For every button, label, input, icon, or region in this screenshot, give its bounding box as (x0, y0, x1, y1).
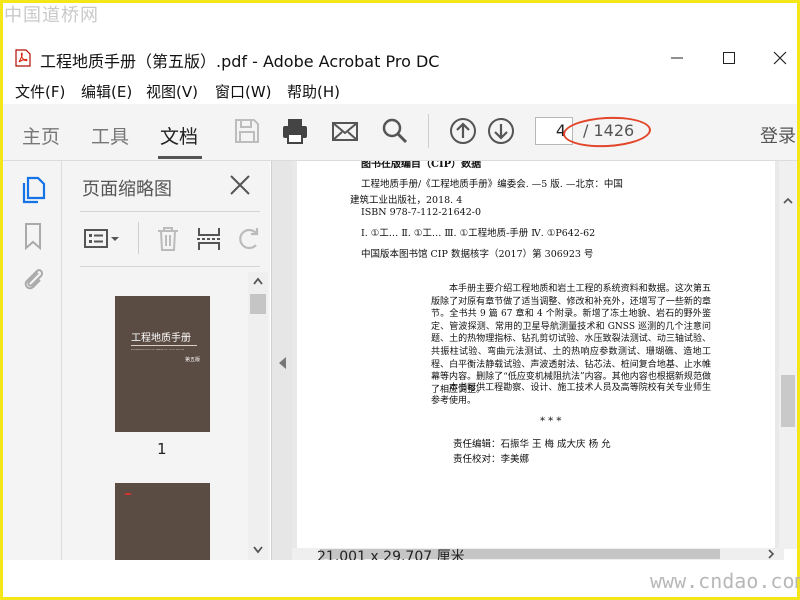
page-down-icon[interactable] (487, 117, 515, 145)
panel-divider (80, 266, 260, 267)
doc-scroll-right-icon[interactable] (766, 549, 776, 559)
panel-title: 页面缩略图 (82, 179, 172, 200)
toolbar-separator (428, 114, 429, 148)
login-button[interactable]: 登录 (760, 122, 796, 148)
attachment-icon[interactable] (20, 265, 46, 293)
scroll-up-icon[interactable] (252, 276, 264, 286)
menu-help[interactable]: 帮助(H) (287, 81, 340, 102)
maximize-icon (723, 52, 735, 64)
minimize-button[interactable] (665, 46, 689, 70)
panel-scrollbar[interactable] (248, 272, 268, 560)
cip-line: 工程地质手册/《工程地质手册》编委会. —5 版. —北京：中国 (361, 179, 623, 190)
close-icon (773, 51, 787, 65)
audience-paragraph: 本书可供工程勘察、设计、施工技术人员及高等院校有关专业师生参考使用。 (431, 383, 711, 406)
menu-view[interactable]: 视图(V) (146, 81, 198, 102)
tab-tools[interactable]: 工具 (91, 122, 129, 149)
scroll-down-icon[interactable] (252, 545, 264, 555)
bookmark-icon[interactable] (20, 222, 46, 250)
separator-stars: * * * (540, 416, 562, 427)
thumbnail-options-icon[interactable] (83, 225, 123, 253)
pdf-file-icon (15, 49, 31, 67)
extract-pages-icon[interactable] (196, 225, 222, 253)
thumbnail-cover-title: 工程地质手册 (131, 333, 191, 344)
save-icon[interactable] (233, 117, 261, 145)
cip-heading: 图书在版编目（CIP）数据 (361, 161, 482, 170)
editor-line: 责任编辑：石振华 王 梅 成大庆 杨 允 (453, 439, 611, 450)
document-vertical-scrollbar[interactable] (779, 161, 797, 549)
thumbnail-red-mark (125, 493, 131, 495)
document-page: 图书在版编目（CIP）数据 工程地质手册/《工程地质手册》编委会. —5 版. … (297, 161, 775, 549)
panel-tool-separator (138, 222, 139, 254)
watermark-top: 中国道桥网 (4, 5, 99, 26)
page-thumbnail-2[interactable] (115, 483, 210, 560)
mail-icon[interactable] (331, 117, 359, 145)
thumbnail-cover-subtitle: ENGINEERING GEOLOGY HANDBOOK · FIFTH EDI… (131, 349, 185, 351)
thumbnail-page-number: 1 (157, 440, 167, 458)
proofreader-line: 责任校对：李美娜 (453, 454, 530, 465)
window-title: 工程地质手册（第五版）.pdf - Adobe Acrobat Pro DC (40, 52, 440, 71)
thumbnail-cover-rule (131, 345, 197, 346)
tab-home[interactable]: 主页 (22, 122, 60, 149)
minimize-icon (671, 57, 683, 59)
active-tab-indicator (158, 156, 202, 159)
page-thumbnail-1[interactable]: 工程地质手册 ENGINEERING GEOLOGY HANDBOOK · FI… (115, 296, 210, 432)
summary-paragraph: 本手册主要介绍工程地质和岩土工程的系统资料和数据。这次第五版除了对原有章节做了适… (431, 284, 711, 395)
document-scroll-thumb[interactable] (781, 375, 795, 427)
collapse-panel-icon[interactable] (279, 357, 286, 369)
page-up-icon[interactable] (449, 117, 477, 145)
watermark-bottom: www.cndao.com (650, 569, 800, 593)
cip-line: 建筑工业出版社，2018. 4 (350, 195, 463, 206)
close-window-button[interactable] (768, 46, 792, 70)
navigation-rail (3, 161, 62, 560)
page-thumbnails-icon[interactable] (20, 176, 46, 204)
cip-line: Ⅰ. ①工… Ⅱ. ①工… Ⅲ. ①工程地质-手册 Ⅳ. ①P642-62 (361, 228, 596, 239)
doc-scroll-up-icon[interactable] (783, 196, 793, 206)
print-icon[interactable] (281, 117, 309, 145)
close-panel-icon[interactable] (228, 173, 252, 197)
menu-file[interactable]: 文件(F) (15, 81, 65, 102)
panel-scroll-thumb[interactable] (250, 294, 266, 314)
search-icon[interactable] (381, 117, 409, 145)
maximize-button[interactable] (717, 46, 741, 70)
thumbnail-cover-edition: 第五版 (185, 357, 201, 363)
rotate-icon[interactable] (236, 225, 262, 253)
cip-line: ISBN 978-7-112-21642-0 (361, 207, 481, 218)
cip-line: 中国版本图书馆 CIP 数据核字（2017）第 306923 号 (361, 249, 594, 260)
menu-edit[interactable]: 编辑(E) (81, 81, 132, 102)
panel-divider (80, 211, 260, 212)
menu-window[interactable]: 窗口(W) (215, 81, 272, 102)
delete-icon[interactable] (155, 225, 181, 253)
tab-document[interactable]: 文档 (160, 122, 198, 149)
